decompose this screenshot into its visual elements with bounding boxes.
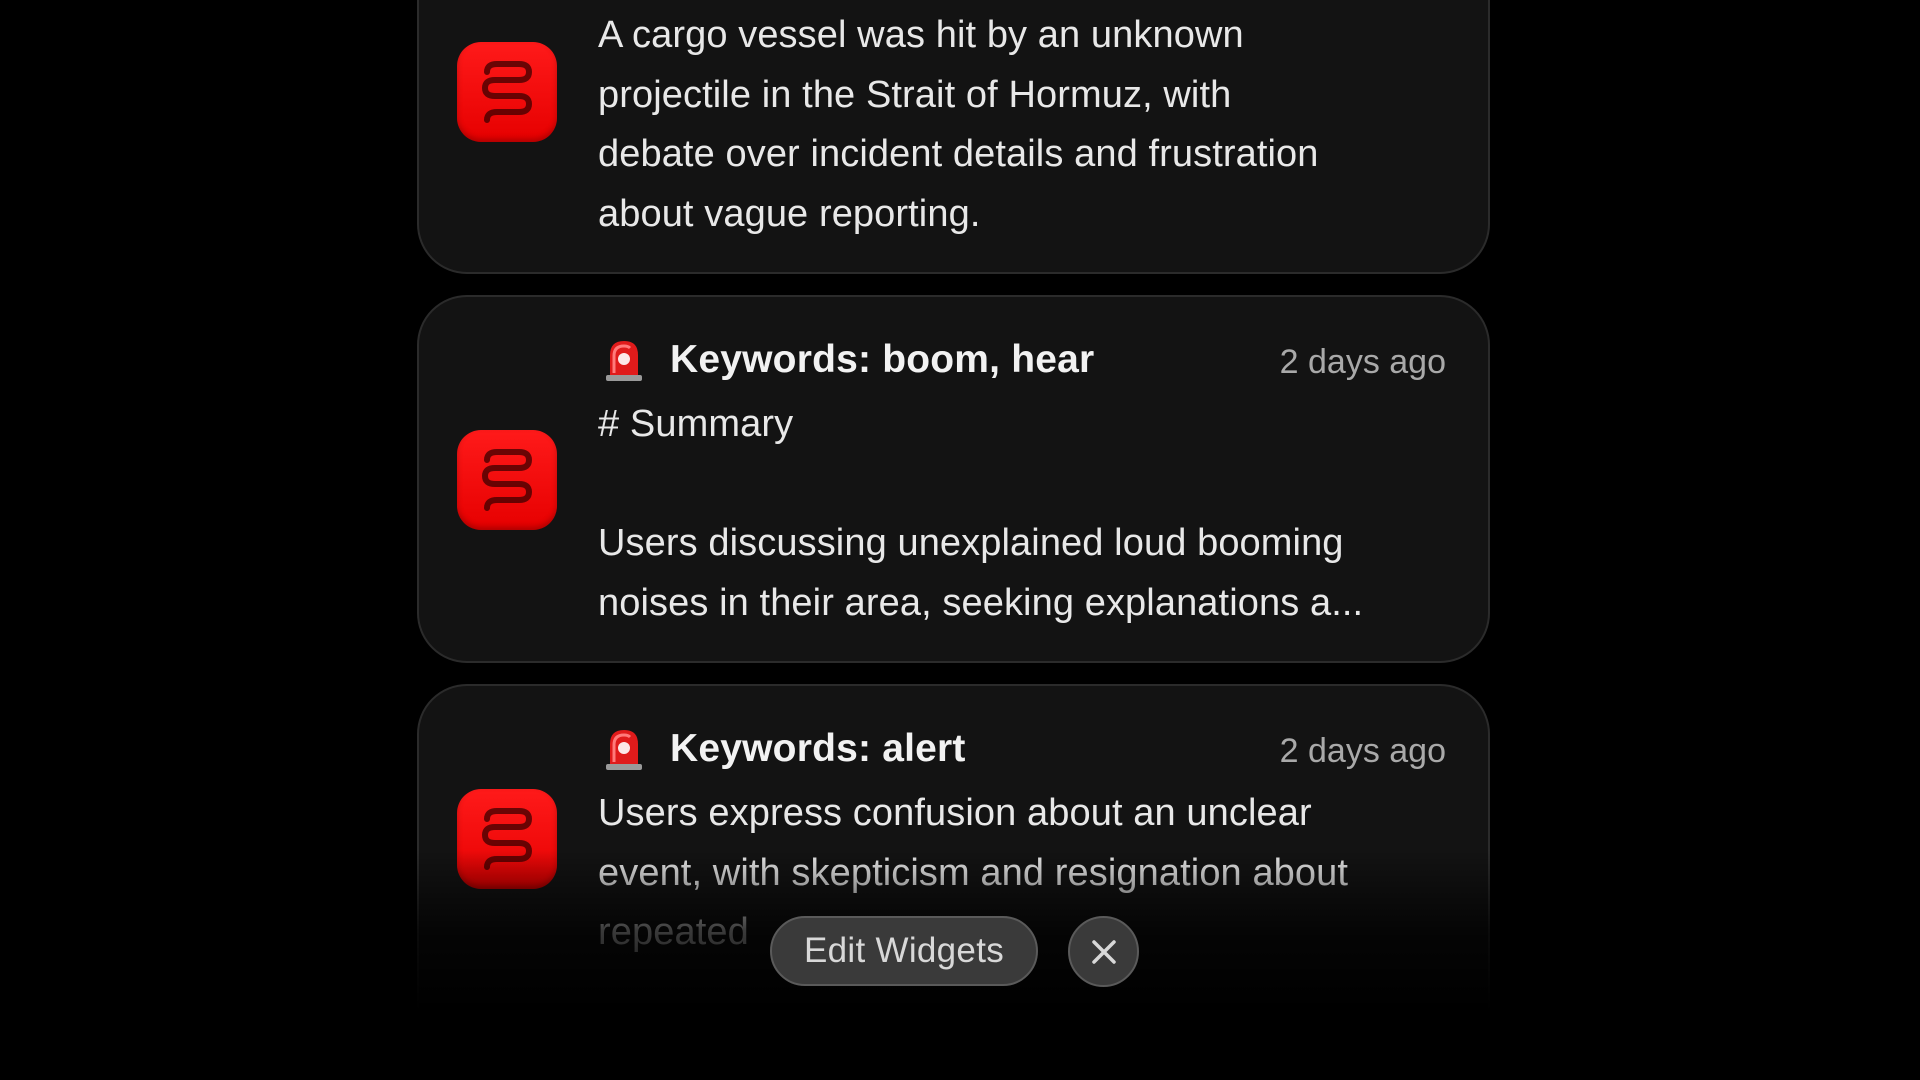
notification-header: Keywords: boom, hear 2 days ago <box>598 333 1446 387</box>
app-logo-icon <box>457 789 557 889</box>
notification-header: Keywords: alert 2 days ago <box>598 722 1446 776</box>
notification-card[interactable]: Keywords: alert 2 days ago Users express… <box>417 684 1490 1064</box>
rotating-light-icon <box>606 730 642 770</box>
close-button[interactable] <box>1068 916 1139 987</box>
notification-time: 2 days ago <box>1279 732 1446 770</box>
app-logo-icon <box>457 42 557 142</box>
rotating-light-icon <box>606 341 642 381</box>
close-icon <box>1091 939 1116 964</box>
notification-body: # Summary Users discussing unexplained l… <box>598 395 1446 633</box>
notification-time: 2 days ago <box>1279 343 1446 381</box>
notification-title: Keywords: boom, hear <box>670 338 1095 381</box>
notification-body: A cargo vessel was hit by an unknown pro… <box>598 14 1319 235</box>
notification-card[interactable]: Keywords: boom, hear 2 days ago # Summar… <box>417 295 1490 663</box>
notification-card[interactable]: A cargo vessel was hit by an unknown pro… <box>417 0 1490 274</box>
notification-widget-screen: A cargo vessel was hit by an unknown pro… <box>0 0 1920 1080</box>
edit-widgets-button[interactable]: Edit Widgets <box>770 916 1038 986</box>
app-logo-icon <box>457 430 557 530</box>
notification-title: Keywords: alert <box>670 727 966 770</box>
summary-heading: # Summary <box>598 403 794 445</box>
